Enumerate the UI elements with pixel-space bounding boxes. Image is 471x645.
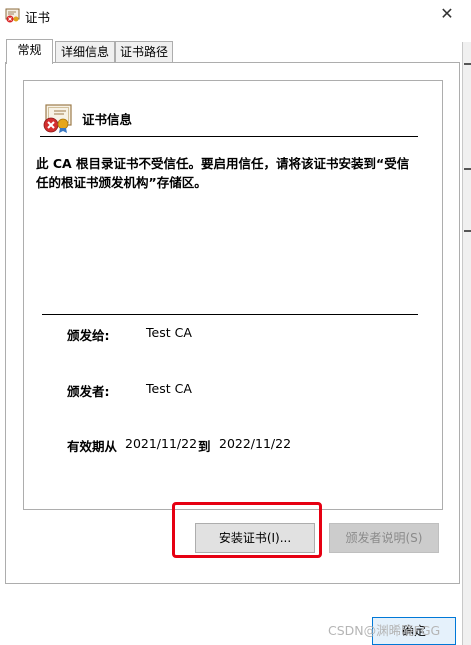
close-icon: ✕	[440, 4, 454, 23]
background-window-edge	[462, 42, 471, 645]
section-title: 证书信息	[82, 112, 133, 127]
valid-from-date: 2021/11/22	[125, 436, 198, 451]
issued-by-value: Test CA	[146, 381, 192, 396]
valid-from-label: 有效期从	[67, 439, 118, 454]
window-title: 证书	[25, 10, 51, 25]
valid-to-label: 到	[198, 439, 211, 454]
watermark: CSDN@渊晞晓FGG	[328, 623, 441, 638]
tab-certification-path[interactable]: 证书路径	[115, 41, 173, 63]
certificate-error-icon	[43, 104, 72, 133]
tab-general[interactable]: 常规	[6, 39, 53, 64]
highlight-annotation	[172, 502, 322, 558]
background-mark	[464, 168, 471, 170]
background-mark	[464, 63, 471, 65]
trust-warning-text: 任的根证书颁发机构”存储区。	[36, 175, 207, 190]
divider	[42, 314, 418, 315]
background-mark	[464, 230, 471, 232]
issued-to-label: 颁发给:	[67, 328, 110, 343]
issuer-statement-button: 颁发者说明(S)	[329, 523, 439, 553]
tab-details[interactable]: 详细信息	[55, 41, 115, 63]
title-bar	[0, 0, 471, 30]
close-button[interactable]: ✕	[436, 3, 458, 25]
issued-to-value: Test CA	[146, 325, 192, 340]
valid-to-date: 2022/11/22	[219, 436, 292, 451]
trust-warning-text: 此 CA 根目录证书不受信任。要启用信任，请将该证书安装到“受信	[36, 156, 410, 171]
divider	[40, 136, 418, 137]
issued-by-label: 颁发者:	[67, 384, 110, 399]
certificate-icon	[5, 8, 20, 23]
